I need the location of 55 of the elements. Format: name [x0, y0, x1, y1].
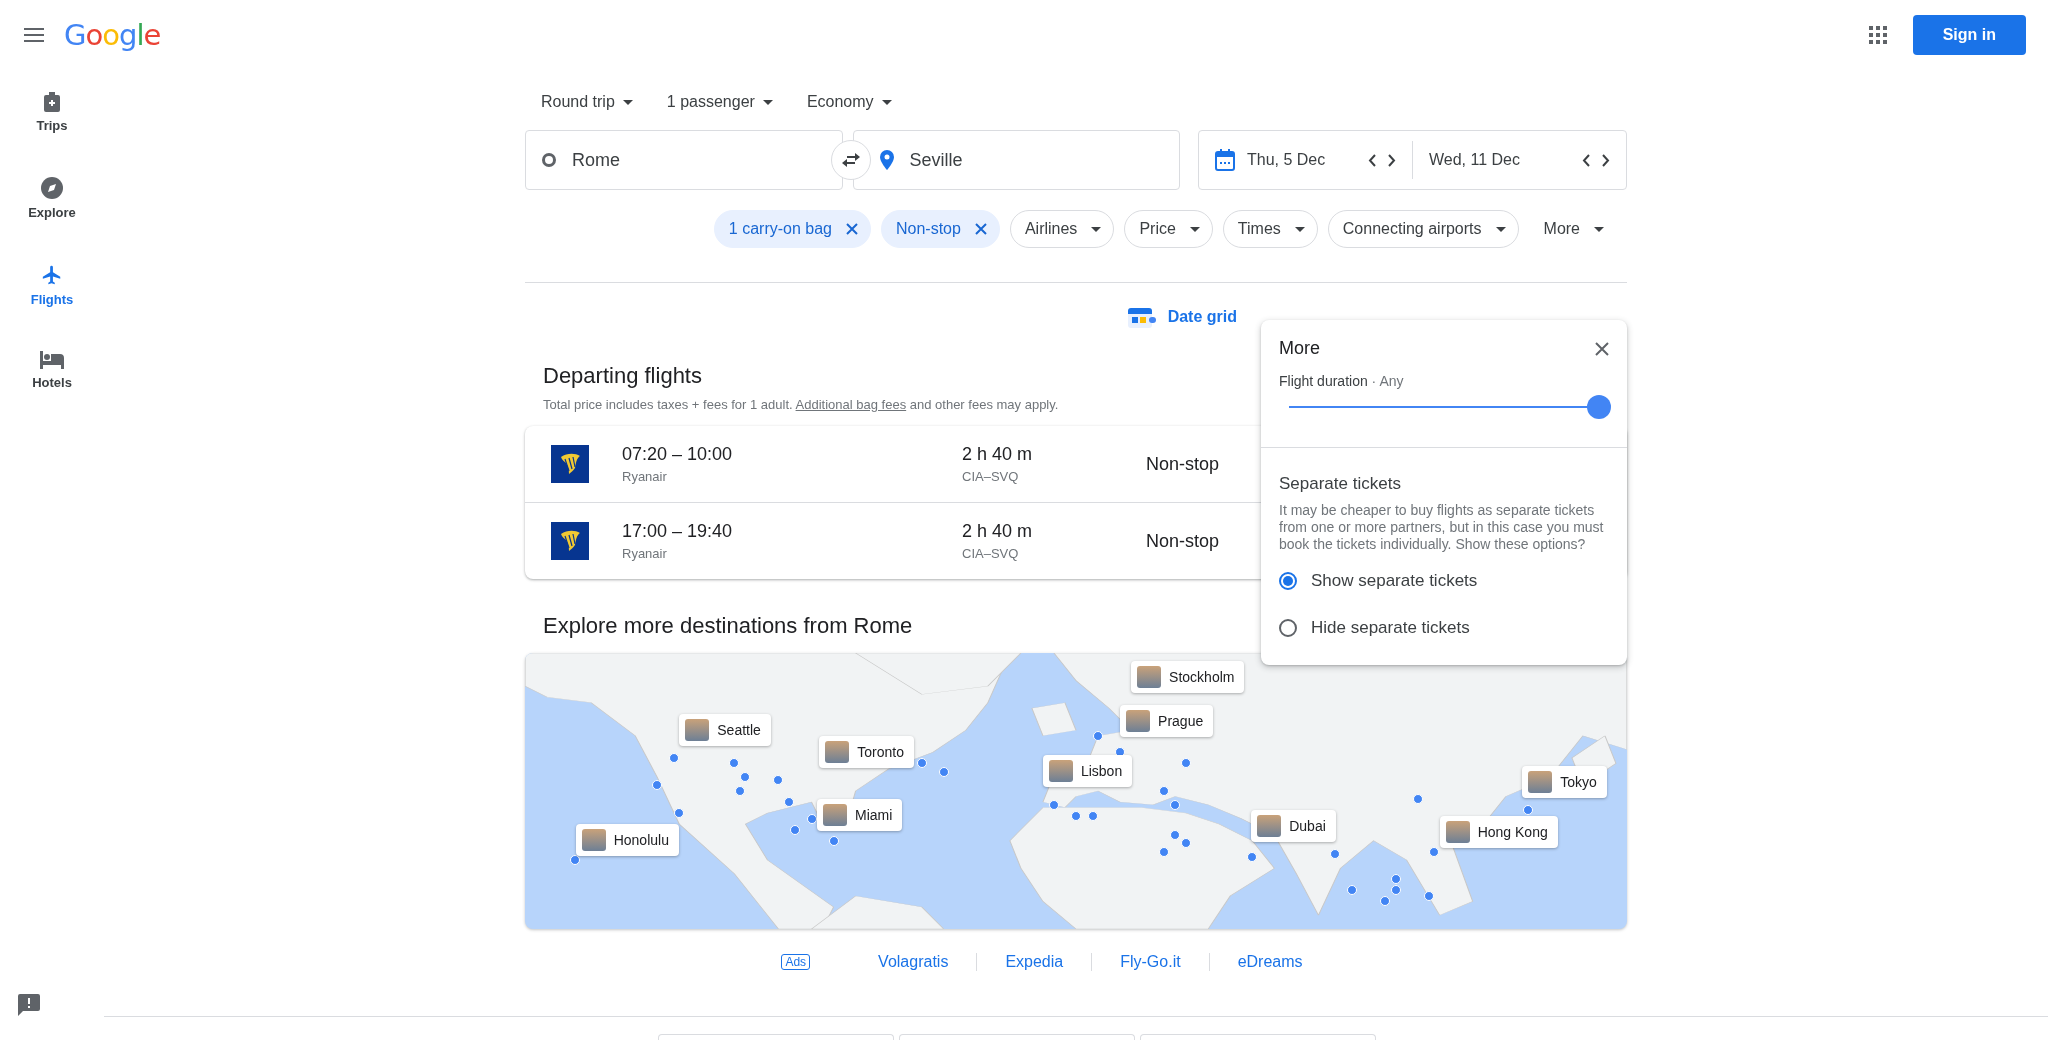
partner-link[interactable]: Volagratis — [850, 953, 977, 971]
filter-chip[interactable]: Non-stop — [881, 210, 1000, 248]
destination-label[interactable]: Prague — [1120, 705, 1214, 738]
partner-link[interactable]: Expedia — [976, 953, 1092, 971]
partner-link[interactable]: Fly-Go.it — [1091, 953, 1209, 971]
sign-in-button[interactable]: Sign in — [1912, 15, 2026, 55]
duration-label: Flight duration · Any — [1278, 372, 1405, 389]
destination-label[interactable]: Hong Kong — [1439, 815, 1558, 848]
section-description: It may be cheaper to buy flights as separate tickets from one or more partners, but in this case you must book the tickets individually. Show these options? — [1279, 502, 1605, 553]
partner-link[interactable]: eDreams — [1208, 953, 1331, 971]
filter-chip[interactable]: 1 carry-on bag — [713, 210, 871, 248]
return-date-field[interactable]: Wed, 11 Dec — [1412, 141, 1626, 179]
destination-label[interactable]: Lisbon — [1042, 755, 1133, 788]
nav-item[interactable]: Hotels — [12, 351, 92, 390]
flight-times: 17:00 – 19:40 — [622, 521, 734, 542]
google-logo[interactable]: Google — [64, 18, 161, 52]
option-label[interactable]: Show separate tickets — [1311, 570, 1478, 591]
cabin-class-dropdown[interactable]: Economy — [806, 93, 892, 111]
filter-chip[interactable]: Price — [1124, 210, 1213, 248]
nav-item[interactable]: Flights — [12, 264, 92, 307]
route-codes: CIA–SVQ — [962, 469, 1020, 484]
destination-label[interactable]: Miami — [817, 799, 903, 832]
section-heading: Separate tickets — [1279, 474, 1402, 494]
destination-label[interactable]: Dubai — [1251, 810, 1336, 843]
date-grid-button[interactable]: Date grid — [1127, 305, 1237, 329]
filter-chip[interactable]: Airlines — [1009, 210, 1115, 248]
destination-field[interactable]: Seville — [852, 130, 1180, 190]
nav-item[interactable]: Trips — [12, 92, 92, 133]
destination-label[interactable]: Tokyo — [1522, 766, 1607, 799]
airline-name: Ryanair — [622, 546, 668, 561]
airline-name: Ryanair — [622, 469, 668, 484]
flight-duration: 2 h 40 m — [962, 521, 1034, 542]
nav-item[interactable]: Explore — [12, 177, 92, 220]
destination-label[interactable]: Toronto — [819, 735, 914, 768]
trip-type-dropdown[interactable]: Round trip — [541, 93, 633, 111]
stops-label: Non-stop — [1146, 453, 1220, 475]
departure-date-field[interactable]: Thu, 5 Dec — [1199, 141, 1412, 179]
filter-chip[interactable]: Connecting airports — [1327, 210, 1519, 248]
world-map[interactable]: Stockholm Seattle Toronto Prague Lisbon Miami Honolulu Dubai Tokyo Hong Kong — [525, 653, 1627, 929]
flight-duration: 2 h 40 m — [962, 444, 1034, 465]
destination-label[interactable]: Stockholm — [1131, 661, 1245, 694]
passengers-dropdown[interactable]: 1 passenger — [666, 93, 773, 111]
option-label[interactable]: Hide separate tickets — [1311, 617, 1470, 638]
destination-label[interactable]: Seattle — [679, 713, 771, 746]
origin-field[interactable]: Rome — [525, 130, 843, 190]
stops-label: Non-stop — [1146, 530, 1220, 552]
panel-title: More — [1279, 338, 1320, 359]
section-title: Explore more destinations from Rome — [543, 613, 913, 639]
filter-chip[interactable]: Times — [1222, 210, 1318, 248]
route-codes: CIA–SVQ — [962, 546, 1020, 561]
flight-times: 07:20 – 10:00 — [622, 444, 734, 465]
destination-label[interactable]: Honolulu — [575, 824, 679, 857]
bag-fees-link[interactable]: Additional bag fees — [795, 397, 907, 412]
section-title: Departing flights — [543, 363, 702, 389]
ads-badge: Ads — [781, 954, 811, 970]
